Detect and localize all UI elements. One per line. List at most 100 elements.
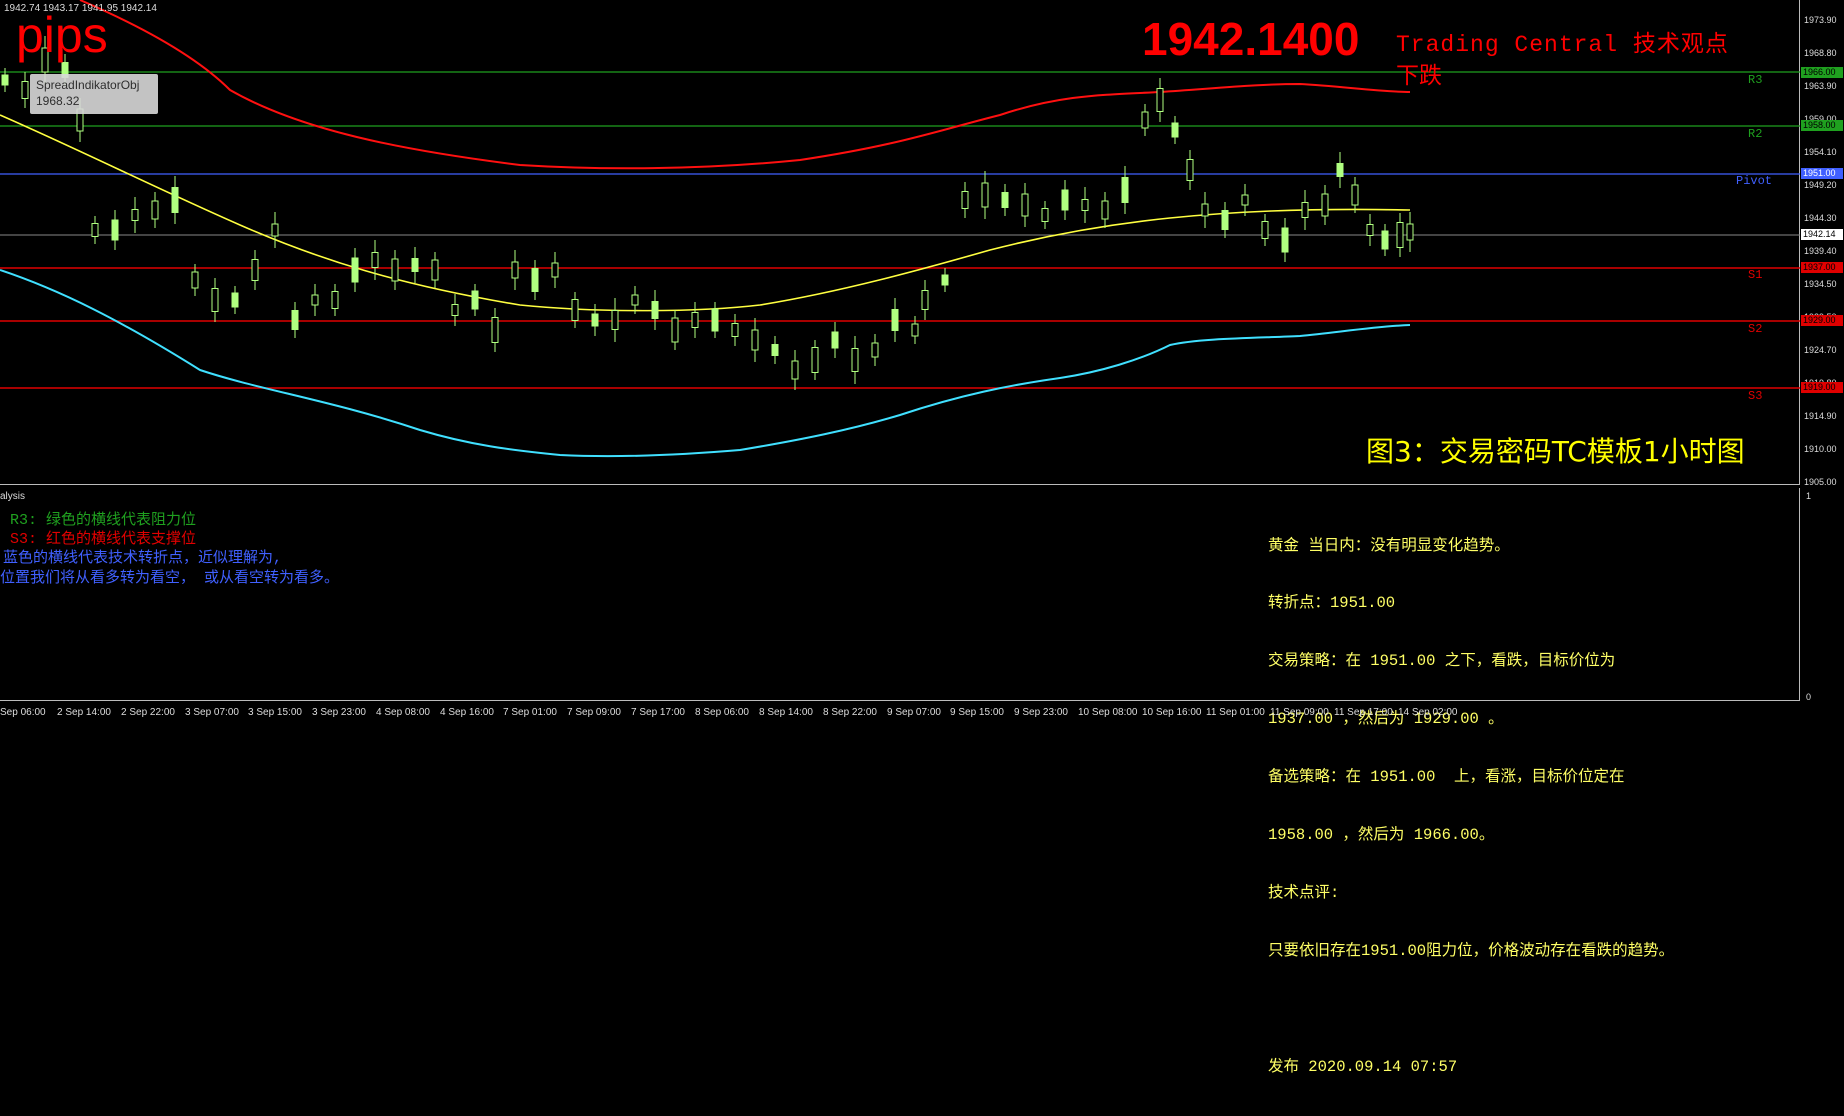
level-label-s3: S3 <box>1748 389 1763 403</box>
time-label: 14 Sep 02:00 <box>1398 707 1458 718</box>
tooltip-value: 1968.32 <box>36 94 80 108</box>
price-tick: 1963.90 <box>1804 81 1837 91</box>
analysis-line: 技术点评: <box>1268 883 1340 902</box>
analysis-line: 1958.00 ，然后为 1966.00。 <box>1268 826 1495 845</box>
candle-body <box>671 317 679 343</box>
candle-body <box>251 259 259 281</box>
candle-body <box>921 290 929 310</box>
analysis-line: 黄金 当日内：没有明显变化趋势。 <box>1268 536 1510 555</box>
candle-body <box>1351 184 1359 206</box>
analysis-panel[interactable]: alysis R3: 绿色的横线代表阻力位 S3: 红色的横线代表支撑位 蓝色的… <box>0 488 1800 1076</box>
candle-body <box>1321 193 1329 217</box>
candle-body <box>591 313 599 327</box>
s2-price-tag: 1929.00 <box>1801 315 1843 326</box>
time-label: 7 Sep 09:00 <box>567 707 621 718</box>
legend-s3: S3: 红色的横线代表支撑位 <box>10 531 197 548</box>
candle-body <box>371 252 379 268</box>
time-label: 9 Sep 15:00 <box>950 707 1004 718</box>
candle-body <box>491 317 499 343</box>
candle-body <box>151 200 159 220</box>
time-label: 7 Sep 01:00 <box>503 707 557 718</box>
candle-body <box>91 223 99 237</box>
price-tick: 1910.00 <box>1804 444 1837 454</box>
time-label: 10 Sep 16:00 <box>1142 707 1202 718</box>
candle-body <box>331 291 339 309</box>
pivot-price-tag: 1951.00 <box>1801 168 1843 179</box>
r3-price-tag: 1966.00 <box>1801 67 1843 78</box>
candle-body <box>211 288 219 312</box>
analysis-line: 备选策略：在 1951.00 上，看涨，目标价位定在 <box>1268 768 1625 787</box>
candle-body <box>111 219 119 241</box>
current-price-display: 1942.1400 <box>1142 13 1360 65</box>
time-axis[interactable]: Sep 06:00 2 Sep 14:00 2 Sep 22:00 3 Sep … <box>0 703 1800 726</box>
time-label: 11 Sep 17:00 <box>1334 707 1393 718</box>
candle-body <box>751 329 759 351</box>
candle-body <box>1281 227 1289 253</box>
candle-body <box>1261 221 1269 239</box>
candle-body <box>471 290 479 310</box>
time-label: 3 Sep 07:00 <box>185 707 239 718</box>
candle-body <box>451 304 459 316</box>
price-tick: 1905.00 <box>1804 477 1837 487</box>
candle-body <box>691 312 699 328</box>
price-tick: 1944.30 <box>1804 213 1837 223</box>
time-label: 7 Sep 17:00 <box>631 707 685 718</box>
candle-body <box>1021 193 1029 217</box>
s1-price-tag: 1937.00 <box>1801 262 1843 273</box>
chart-caption: 图3：交易密码TC模板1小时图 <box>1366 435 1745 468</box>
candle-body <box>571 299 579 321</box>
candle-body <box>531 268 539 292</box>
level-label-r3: R3 <box>1748 73 1763 87</box>
candle-body <box>941 274 949 286</box>
analysis-line: 转折点：1951.00 <box>1268 594 1396 613</box>
candle-body <box>1406 223 1414 241</box>
price-axis[interactable]: 1973.90 1968.80 1963.90 1959.00 1954.10 … <box>1800 0 1844 726</box>
candle-body <box>351 257 359 283</box>
moving-average-line <box>0 114 1411 312</box>
trading-central-view: 下跌 <box>1396 62 1442 88</box>
analysis-line: 发布 2020.09.14 07:57 <box>1268 1057 1458 1076</box>
time-label: 2 Sep 22:00 <box>121 707 175 718</box>
candle-body <box>1336 163 1344 177</box>
candle-body <box>891 309 899 331</box>
candle-body <box>1186 159 1194 181</box>
candle-body <box>391 258 399 282</box>
candle-body <box>1 74 9 86</box>
analysis-line <box>1268 1000 1674 1019</box>
candle-body <box>1041 208 1049 222</box>
candle-body <box>311 294 319 306</box>
time-label: 4 Sep 16:00 <box>440 707 494 718</box>
candle-body <box>911 323 919 337</box>
time-label: 8 Sep 22:00 <box>823 707 877 718</box>
price-tick: 1949.20 <box>1804 180 1837 190</box>
candle-body <box>831 331 839 349</box>
candle-body <box>731 323 739 337</box>
time-label: 8 Sep 06:00 <box>695 707 749 718</box>
price-chart-canvas[interactable] <box>0 0 1800 485</box>
candle-body <box>651 301 659 319</box>
candle-body <box>851 348 859 372</box>
candle-body <box>961 191 969 209</box>
candle-body <box>1156 88 1164 112</box>
candle-body <box>1201 203 1209 217</box>
price-tick: 1973.90 <box>1804 15 1837 25</box>
time-label: Sep 06:00 <box>0 707 46 718</box>
time-label: 3 Sep 15:00 <box>248 707 302 718</box>
legend-pivot: 蓝色的横线代表技术转折点，近似理解为, <box>3 550 283 567</box>
candle-body <box>631 294 639 306</box>
r2-price-tag: 1958.00 <box>1801 120 1843 131</box>
candle-body <box>1141 111 1149 129</box>
price-tick: 1939.40 <box>1804 246 1837 256</box>
main-chart[interactable]: 1942.74 1943.17 1941.95 1942.14 pips Spr… <box>0 0 1800 485</box>
analysis-line: 只要依旧存在1951.00阻力位，价格波动存在看跌的趋势。 <box>1268 941 1675 960</box>
price-tick: 1924.70 <box>1804 345 1837 355</box>
candle-body <box>1396 222 1404 248</box>
candle-body <box>231 292 239 308</box>
time-label: 11 Sep 01:00 <box>1206 707 1265 718</box>
legend-r3: R3: 绿色的横线代表阻力位 <box>10 512 197 529</box>
tc-analysis-text: 黄金 当日内：没有明显变化趋势。 转折点：1951.00 交易策略：在 1951… <box>1268 498 1674 1116</box>
level-label-s2: S2 <box>1748 322 1763 336</box>
price-tick: 1968.80 <box>1804 48 1837 58</box>
candle-body <box>1061 189 1069 211</box>
candle-body <box>131 209 139 221</box>
